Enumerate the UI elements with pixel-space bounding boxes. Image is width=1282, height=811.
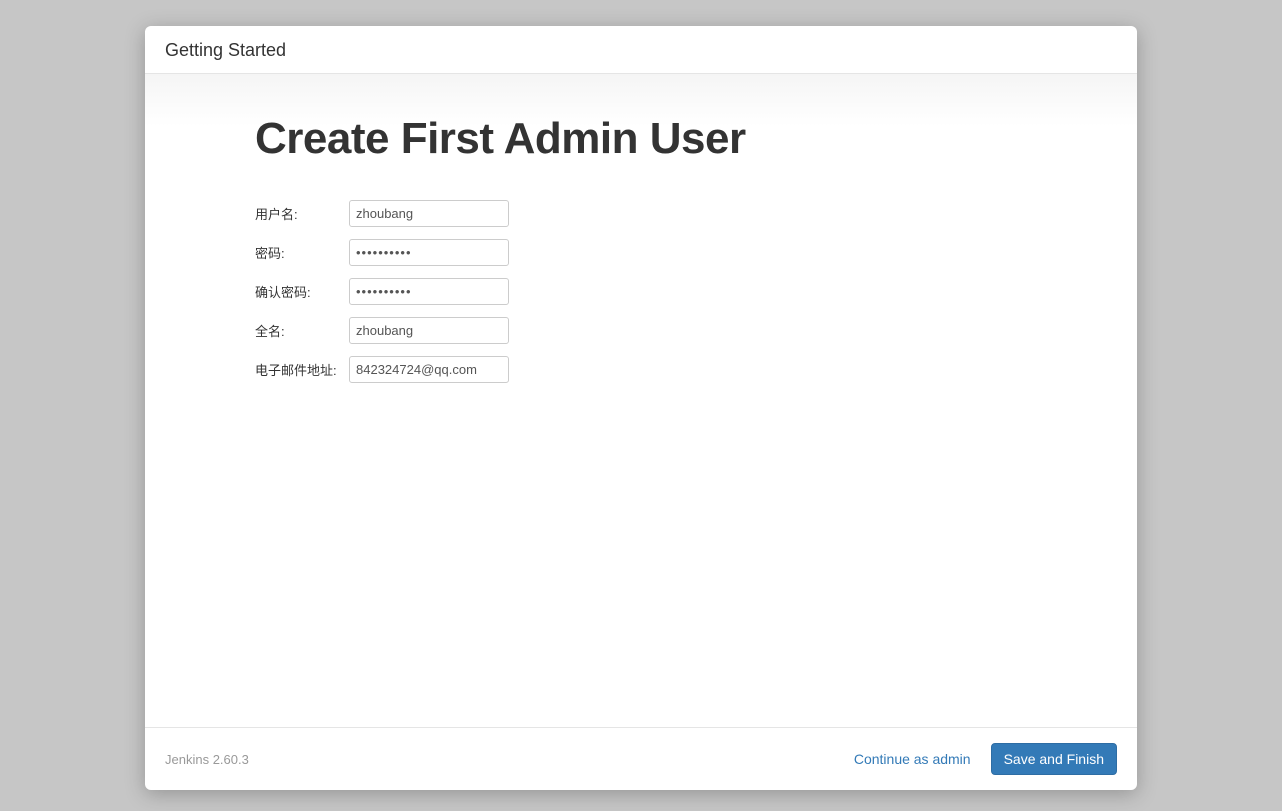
label-username: 用户名: [255, 200, 349, 227]
version-label: Jenkins 2.60.3 [165, 752, 249, 767]
save-and-finish-button[interactable]: Save and Finish [991, 743, 1117, 775]
modal-footer: Jenkins 2.60.3 Continue as admin Save an… [145, 727, 1137, 790]
admin-user-form: 用户名: 密码: 确认密码: 全名: [255, 188, 509, 395]
continue-as-admin-button[interactable]: Continue as admin [842, 743, 983, 775]
label-email: 电子邮件地址: [255, 356, 349, 383]
modal-body: Create First Admin User 用户名: 密码: 确认密码: [145, 74, 1137, 727]
confirm-password-input[interactable] [349, 278, 509, 305]
page-title: Create First Admin User [255, 114, 1027, 164]
row-confirm-password: 确认密码: [255, 278, 509, 305]
label-confirm-password: 确认密码: [255, 278, 349, 305]
email-input[interactable] [349, 356, 509, 383]
modal-header: Getting Started [145, 26, 1137, 74]
row-fullname: 全名: [255, 317, 509, 344]
username-input[interactable] [349, 200, 509, 227]
fullname-input[interactable] [349, 317, 509, 344]
label-fullname: 全名: [255, 317, 349, 344]
row-email: 电子邮件地址: [255, 356, 509, 383]
row-username: 用户名: [255, 200, 509, 227]
row-password: 密码: [255, 239, 509, 266]
setup-wizard-modal: Getting Started Create First Admin User … [145, 26, 1137, 790]
password-input[interactable] [349, 239, 509, 266]
modal-title: Getting Started [165, 40, 286, 60]
label-password: 密码: [255, 239, 349, 266]
